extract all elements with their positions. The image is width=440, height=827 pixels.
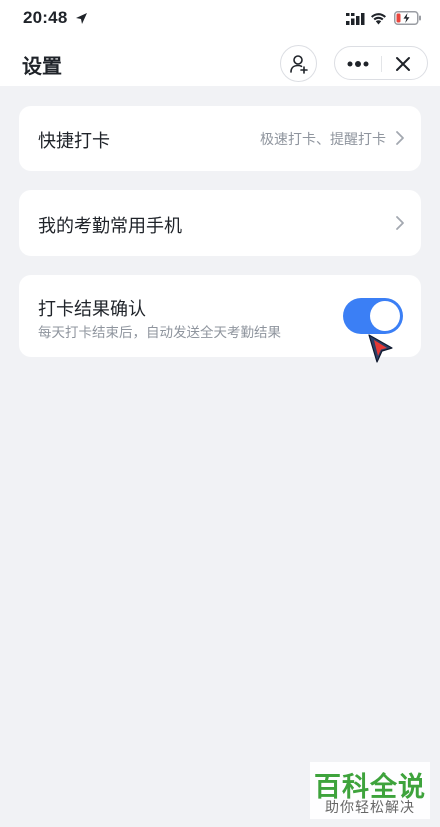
top-bar: 20:48 设置 (0, 0, 440, 86)
result-confirm-toggle[interactable] (343, 298, 403, 334)
battery-charging-icon (394, 11, 421, 25)
status-bar: 20:48 (0, 0, 440, 40)
settings-item-label: 快捷打卡 (38, 131, 110, 152)
chevron-right-icon (396, 216, 404, 230)
chevron-right-icon (396, 131, 404, 145)
close-icon[interactable] (395, 56, 411, 72)
cursor-pointer-icon (368, 334, 393, 363)
settings-item-common-phone[interactable]: 我的考勤常用手机 (19, 190, 421, 256)
wifi-icon (371, 13, 386, 25)
add-contact-button[interactable] (280, 45, 317, 82)
more-dots-icon[interactable] (347, 57, 369, 71)
watermark-subtitle: 助你轻松解决 (325, 800, 415, 816)
settings-item-quick-clock-in[interactable]: 快捷打卡 极速打卡、提醒打卡 (19, 106, 421, 171)
settings-item-result-confirm: 打卡结果确认 每天打卡结束后，自动发送全天考勤结果 (19, 275, 421, 357)
status-time: 20:48 (23, 8, 68, 27)
location-arrow-icon (76, 13, 87, 24)
settings-item-label: 打卡结果确认 (38, 299, 146, 320)
mini-program-capsule (334, 46, 428, 80)
page-title: 设置 (22, 54, 62, 78)
settings-item-description: 每天打卡结束后，自动发送全天考勤结果 (38, 325, 281, 341)
capsule-divider (381, 56, 382, 72)
toggle-knob (370, 301, 400, 331)
settings-item-label: 我的考勤常用手机 (38, 216, 182, 237)
add-contact-icon (289, 54, 308, 74)
signal-icon (346, 13, 365, 25)
settings-item-value: 极速打卡、提醒打卡 (260, 132, 386, 148)
watermark-logo: 百科全说 助你轻松解决 (310, 762, 430, 819)
